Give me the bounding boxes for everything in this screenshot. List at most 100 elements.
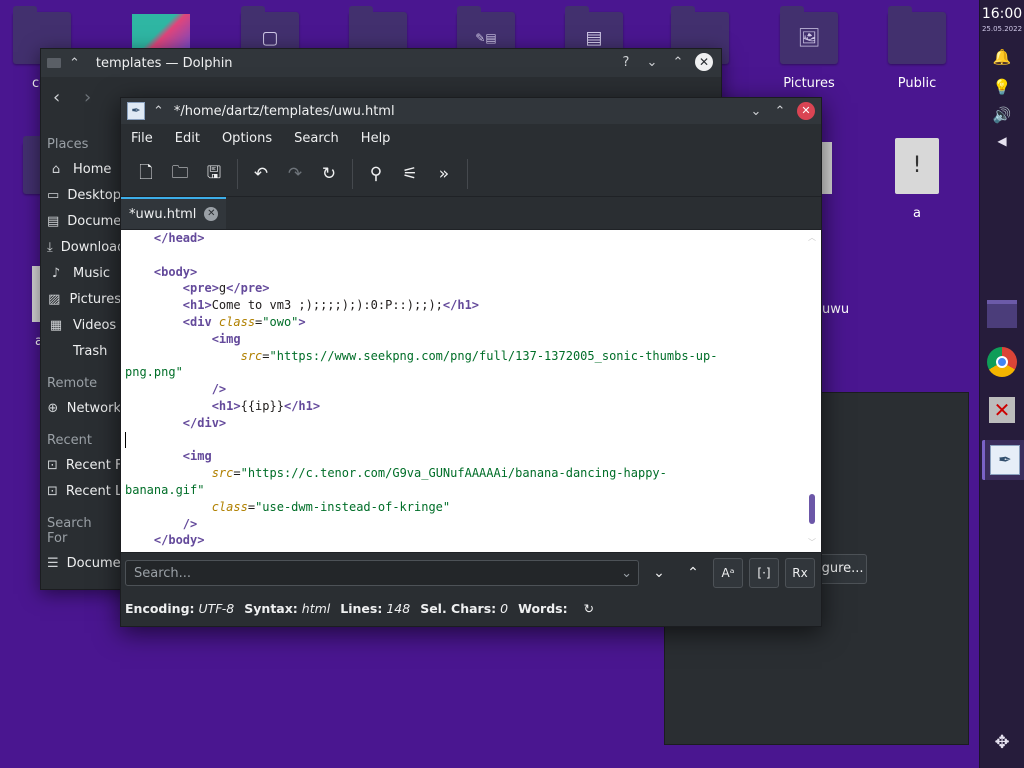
desktop-file-a[interactable]: ! a <box>877 130 957 230</box>
save-icon[interactable]: 🖫 <box>199 159 229 189</box>
download-icon: ⤓ <box>47 239 53 255</box>
expand-tray-icon[interactable]: ◀ <box>980 134 1024 148</box>
task-chrome[interactable] <box>982 342 1022 382</box>
task-dolphin[interactable] <box>982 294 1022 334</box>
code-content[interactable]: </head> <body> <pre>g</pre> <h1>Come to … <box>121 230 821 549</box>
undo-icon[interactable]: ↶ <box>246 159 276 189</box>
scrollbar[interactable]: ︿ ﹀ <box>807 232 817 548</box>
kate-titlebar[interactable]: ✒ ⌃ */home/dartz/templates/uwu.html ⌄ ⌃ … <box>121 98 821 124</box>
move-icon[interactable]: ✥ <box>980 732 1024 753</box>
scrollbar-thumb[interactable] <box>809 494 815 524</box>
places-item-videos[interactable]: ▦ Videos <box>41 312 121 338</box>
kate-window: ✒ ⌃ */home/dartz/templates/uwu.html ⌄ ⌃ … <box>120 97 822 627</box>
minimize-icon[interactable]: ⌄ <box>749 104 763 119</box>
open-folder-icon[interactable]: 🗀 <box>165 159 195 189</box>
places-item-search-documents[interactable]: ☰ Documents <box>41 550 121 576</box>
folder-icon <box>987 300 1017 328</box>
code-token: <div <box>182 314 219 329</box>
clock[interactable]: 16:00 <box>980 6 1024 22</box>
places-item-desktop[interactable]: ▭ Desktop <box>41 182 121 208</box>
code-line: </body> <box>125 533 205 547</box>
chevron-down-icon[interactable]: ⌄ <box>621 566 632 581</box>
desktop-file-partial-left <box>32 266 40 322</box>
help-icon[interactable]: ? <box>617 55 635 70</box>
places-item-home[interactable]: ⌂ Home <box>41 156 121 182</box>
recent-header: Recent <box>47 433 92 448</box>
lightbulb-icon[interactable]: 💡 <box>980 78 1024 96</box>
places-item-label: Downloads <box>60 239 121 255</box>
toolbar-separator <box>467 159 468 189</box>
menu-search[interactable]: Search <box>294 131 339 146</box>
documents-icon: ▤ <box>47 213 60 229</box>
search-input[interactable] <box>132 564 616 582</box>
regex-icon[interactable]: Rx <box>785 558 815 588</box>
side-panel: 16:00 25.05.2022 🔔 💡 🔊 ◀ ✕ ✒ ✥ <box>979 0 1024 768</box>
places-item-recent-locations[interactable]: ⊡ Recent Locations <box>41 478 121 504</box>
toolbar-separator <box>352 159 353 189</box>
places-item-trash[interactable]: Trash <box>41 338 121 364</box>
maximize-icon[interactable]: ⌃ <box>773 104 787 119</box>
menu-edit[interactable]: Edit <box>175 131 200 146</box>
back-icon[interactable]: ‹ <box>53 87 60 108</box>
places-item-pictures[interactable]: ▨ Pictures <box>41 286 121 312</box>
reload-icon[interactable]: ↻ <box>314 159 344 189</box>
folder-icon <box>888 6 946 64</box>
more-icon[interactable]: » <box>429 159 459 189</box>
minimize-icon[interactable]: ⌄ <box>643 55 661 70</box>
tab-uwu-html[interactable]: *uwu.html ✕ <box>121 197 227 229</box>
places-item-recent-files[interactable]: ⊡ Recent Files <box>41 452 121 478</box>
pictures-folder-icon: 🖼 <box>780 6 838 64</box>
match-case-icon[interactable]: Aᵃ <box>713 558 743 588</box>
whole-words-icon[interactable]: [·] <box>749 558 779 588</box>
code-token: = <box>262 348 270 363</box>
desktop-folder-public[interactable]: Public <box>877 0 957 100</box>
keep-above-icon[interactable]: ⌃ <box>69 56 80 71</box>
places-item-label: Trash <box>73 343 108 359</box>
code-editor[interactable]: </head> <body> <pre>g</pre> <h1>Come to … <box>121 230 821 552</box>
places-item-network[interactable]: ⊕ Network <box>41 395 121 421</box>
date: 25.05.2022 <box>981 25 1023 33</box>
places-item-music[interactable]: ♪ Music <box>41 260 121 286</box>
menu-options[interactable]: Options <box>222 131 272 146</box>
code-token: </h1> <box>442 298 480 313</box>
volume-icon[interactable]: 🔊 <box>980 106 1024 124</box>
menu-file[interactable]: File <box>131 131 153 146</box>
status-words: Words: <box>518 600 568 616</box>
task-x-app[interactable]: ✕ <box>982 390 1022 430</box>
find-next-icon[interactable]: ⌄ <box>645 559 673 587</box>
keep-above-icon[interactable]: ⌃ <box>153 104 164 119</box>
notifications-icon[interactable]: 🔔 <box>980 48 1024 66</box>
maximize-icon[interactable]: ⌃ <box>669 55 687 70</box>
code-line: <img <box>125 449 212 463</box>
task-kate[interactable]: ✒ <box>982 440 1024 480</box>
close-icon[interactable]: ✕ <box>204 207 219 221</box>
menu-help[interactable]: Help <box>361 131 391 146</box>
scroll-up-icon[interactable]: ︿ <box>807 232 817 243</box>
desktop-folder-pictures[interactable]: 🖼 Pictures <box>769 0 849 100</box>
desktop-icon: ▭ <box>47 187 60 203</box>
close-icon[interactable]: ✕ <box>695 53 713 71</box>
redo-icon[interactable]: ↷ <box>280 159 310 189</box>
new-file-icon[interactable]: 🗋 <box>131 159 161 189</box>
dolphin-titlebar[interactable]: ⌃ templates — Dolphin ? ⌄ ⌃ ✕ <box>41 49 721 77</box>
search-field[interactable]: ⌄ <box>125 560 639 586</box>
search-icon[interactable]: ⚲ <box>361 159 391 189</box>
places-item-downloads[interactable]: ⤓ Downloads <box>41 234 121 260</box>
code-line: </head> <box>125 231 205 245</box>
places-item-documents[interactable]: ▤ Documents <box>41 208 121 234</box>
desktop-icon-label: Public <box>897 76 937 91</box>
home-icon: ⌂ <box>51 161 61 177</box>
close-icon[interactable]: ✕ <box>797 102 815 120</box>
x-icon: ✕ <box>989 397 1015 423</box>
refresh-icon[interactable]: ↻ <box>584 601 594 616</box>
forward-icon[interactable]: › <box>84 87 91 108</box>
remote-header: Remote <box>47 376 98 391</box>
search-replace-icon[interactable]: ⚟ <box>395 159 425 189</box>
code-line: /> <box>125 517 197 531</box>
find-previous-icon[interactable]: ⌃ <box>679 559 707 587</box>
status-encoding: Encoding: UTF-8 <box>125 600 235 616</box>
places-panel: Places ⌂ Home ▭ Desktop ▤ Documents ⤓ Downlo… <box>41 129 121 576</box>
scroll-down-icon[interactable]: ﹀ <box>807 537 817 548</box>
places-item-label: Documents <box>67 213 121 229</box>
places-item-label: Desktop <box>67 187 121 203</box>
